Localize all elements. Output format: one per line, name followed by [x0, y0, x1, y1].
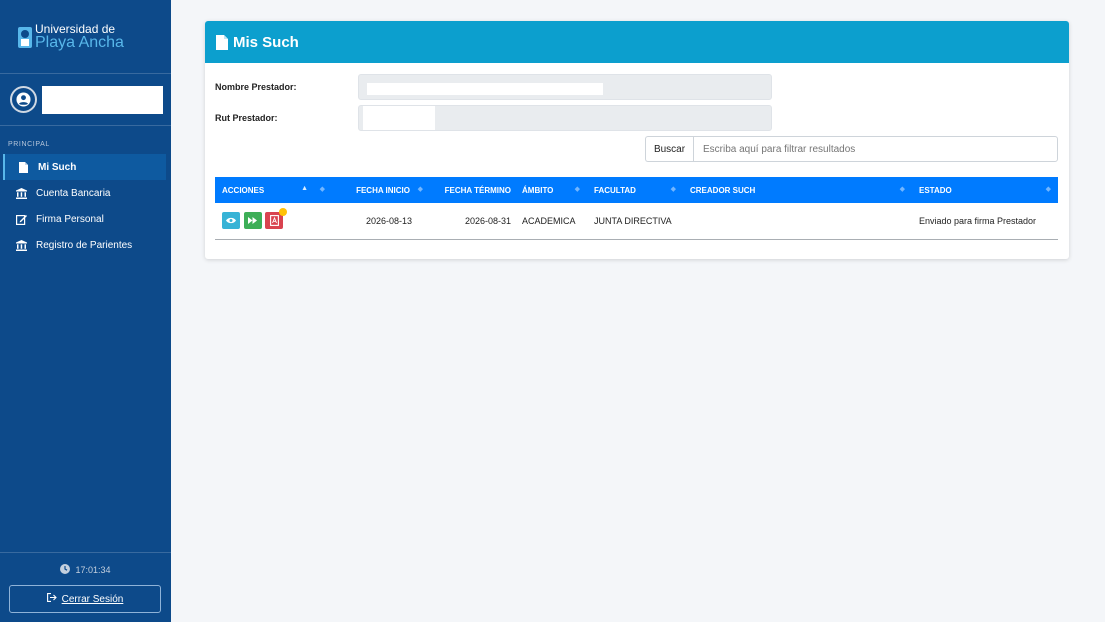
forward-button[interactable] — [243, 212, 262, 230]
sort-icon: ◆ — [899, 186, 905, 193]
sign-out-icon — [46, 593, 57, 605]
university-logo-icon — [18, 26, 32, 48]
nombre-prestador-label: Nombre Prestador: — [215, 82, 297, 92]
creador-cell — [683, 203, 912, 239]
brand-logo[interactable]: Universidad de Playa Ancha — [0, 0, 171, 74]
sidebar-item-label: Registro de Parientes — [36, 239, 133, 251]
mis-such-card: Mis Such Nombre Prestador: Rut Prestador… — [205, 21, 1069, 259]
logout-button[interactable]: Cerrar Sesión — [9, 585, 161, 613]
sidebar-item-label: Mi Such — [38, 161, 77, 173]
table-header-row: ACCIONES ▲ ◆ FECHA INICIO ◆ FECHA TÉRMINO Á… — [215, 177, 1058, 203]
card-header: Mis Such — [205, 21, 1069, 63]
sidebar-item-firma-personal[interactable]: Firma Personal — [0, 206, 166, 232]
column-header-ambito[interactable]: ÁMBITO ◆ — [515, 177, 587, 203]
sort-icon: ◆ — [417, 186, 423, 193]
column-header-estado[interactable]: ESTADO ◆ — [912, 177, 1058, 203]
file-icon — [216, 34, 228, 50]
such-table: ACCIONES ▲ ◆ FECHA INICIO ◆ FECHA TÉRMINO Á… — [215, 177, 1058, 240]
sidebar: Universidad de Playa Ancha PRINCIPAL Mi … — [0, 0, 171, 622]
rut-prestador-row: Rut Prestador: — [215, 105, 772, 131]
edit-icon — [16, 214, 27, 225]
fecha-termino-cell: 2026-08-31 — [464, 215, 511, 226]
sidebar-item-label: Firma Personal — [36, 213, 104, 225]
sidebar-footer: 17:01:34 Cerrar Sesión — [0, 552, 171, 622]
rut-prestador-field — [358, 105, 772, 131]
column-header-creador-such[interactable]: CREADOR SUCH ◆ — [683, 177, 912, 203]
sort-icon: ◆ — [319, 186, 325, 193]
file-icon — [18, 161, 29, 173]
sidebar-item-registro-parientes[interactable]: Registro de Parientes — [0, 232, 166, 258]
sidebar-item-cuenta-bancaria[interactable]: Cuenta Bancaria — [0, 180, 166, 206]
brand-line1: Universidad de — [35, 21, 116, 36]
user-name-redacted — [42, 85, 163, 114]
page-title: Mis Such — [233, 33, 299, 51]
column-header-acciones[interactable]: ACCIONES ▲ ◆ — [215, 177, 332, 203]
acciones-cell — [215, 203, 332, 239]
sort-icon: ◆ — [670, 186, 676, 193]
rut-prestador-label: Rut Prestador: — [215, 113, 278, 123]
fecha-inicio-cell: 2026-08-13 — [365, 215, 412, 226]
sort-asc-icon: ▲ — [301, 185, 308, 192]
buscar-label: Buscar — [645, 136, 693, 162]
search-input[interactable] — [693, 136, 1058, 162]
logout-label: Cerrar Sesión — [61, 593, 124, 605]
redacted-value — [363, 106, 435, 130]
sort-icon: ◆ — [574, 186, 580, 193]
redacted-value — [367, 83, 603, 95]
session-clock: 17:01:34 — [0, 564, 171, 576]
bank-icon — [16, 239, 27, 251]
notification-dot — [279, 208, 288, 217]
brand-line2: Playa Ancha — [35, 33, 124, 51]
estado-cell: Enviado para firma Prestador — [919, 215, 1037, 226]
column-header-facultad[interactable]: FACULTAD ◆ — [587, 177, 683, 203]
fast-forward-icon — [248, 217, 258, 225]
column-header-fecha-termino[interactable]: FECHA TÉRMINO — [430, 177, 515, 203]
clock-icon — [60, 564, 71, 576]
bank-icon — [16, 187, 27, 199]
column-header-fecha-inicio[interactable]: FECHA INICIO ◆ — [332, 177, 430, 203]
table-row: 2026-08-13 2026-08-31 ACADEMICA JUNTA DI… — [215, 203, 1058, 239]
eye-icon — [226, 218, 236, 224]
nombre-prestador-field — [358, 74, 772, 100]
nav-section-header: PRINCIPAL — [8, 141, 50, 148]
clock-time: 17:01:34 — [75, 565, 111, 575]
view-button[interactable] — [222, 212, 240, 230]
file-pdf-icon — [269, 215, 279, 227]
user-panel — [0, 74, 171, 126]
sort-icon: ◆ — [1045, 186, 1051, 193]
sidebar-item-mi-such[interactable]: Mi Such — [3, 154, 166, 180]
pdf-button[interactable] — [265, 208, 288, 230]
facultad-cell: JUNTA DIRECTIVA — [594, 215, 672, 226]
search-group: Buscar — [645, 136, 1058, 162]
ambito-cell: ACADEMICA — [522, 215, 576, 226]
user-avatar-icon[interactable] — [10, 86, 37, 113]
nombre-prestador-row: Nombre Prestador: — [215, 74, 772, 100]
sidebar-item-label: Cuenta Bancaria — [36, 187, 111, 199]
